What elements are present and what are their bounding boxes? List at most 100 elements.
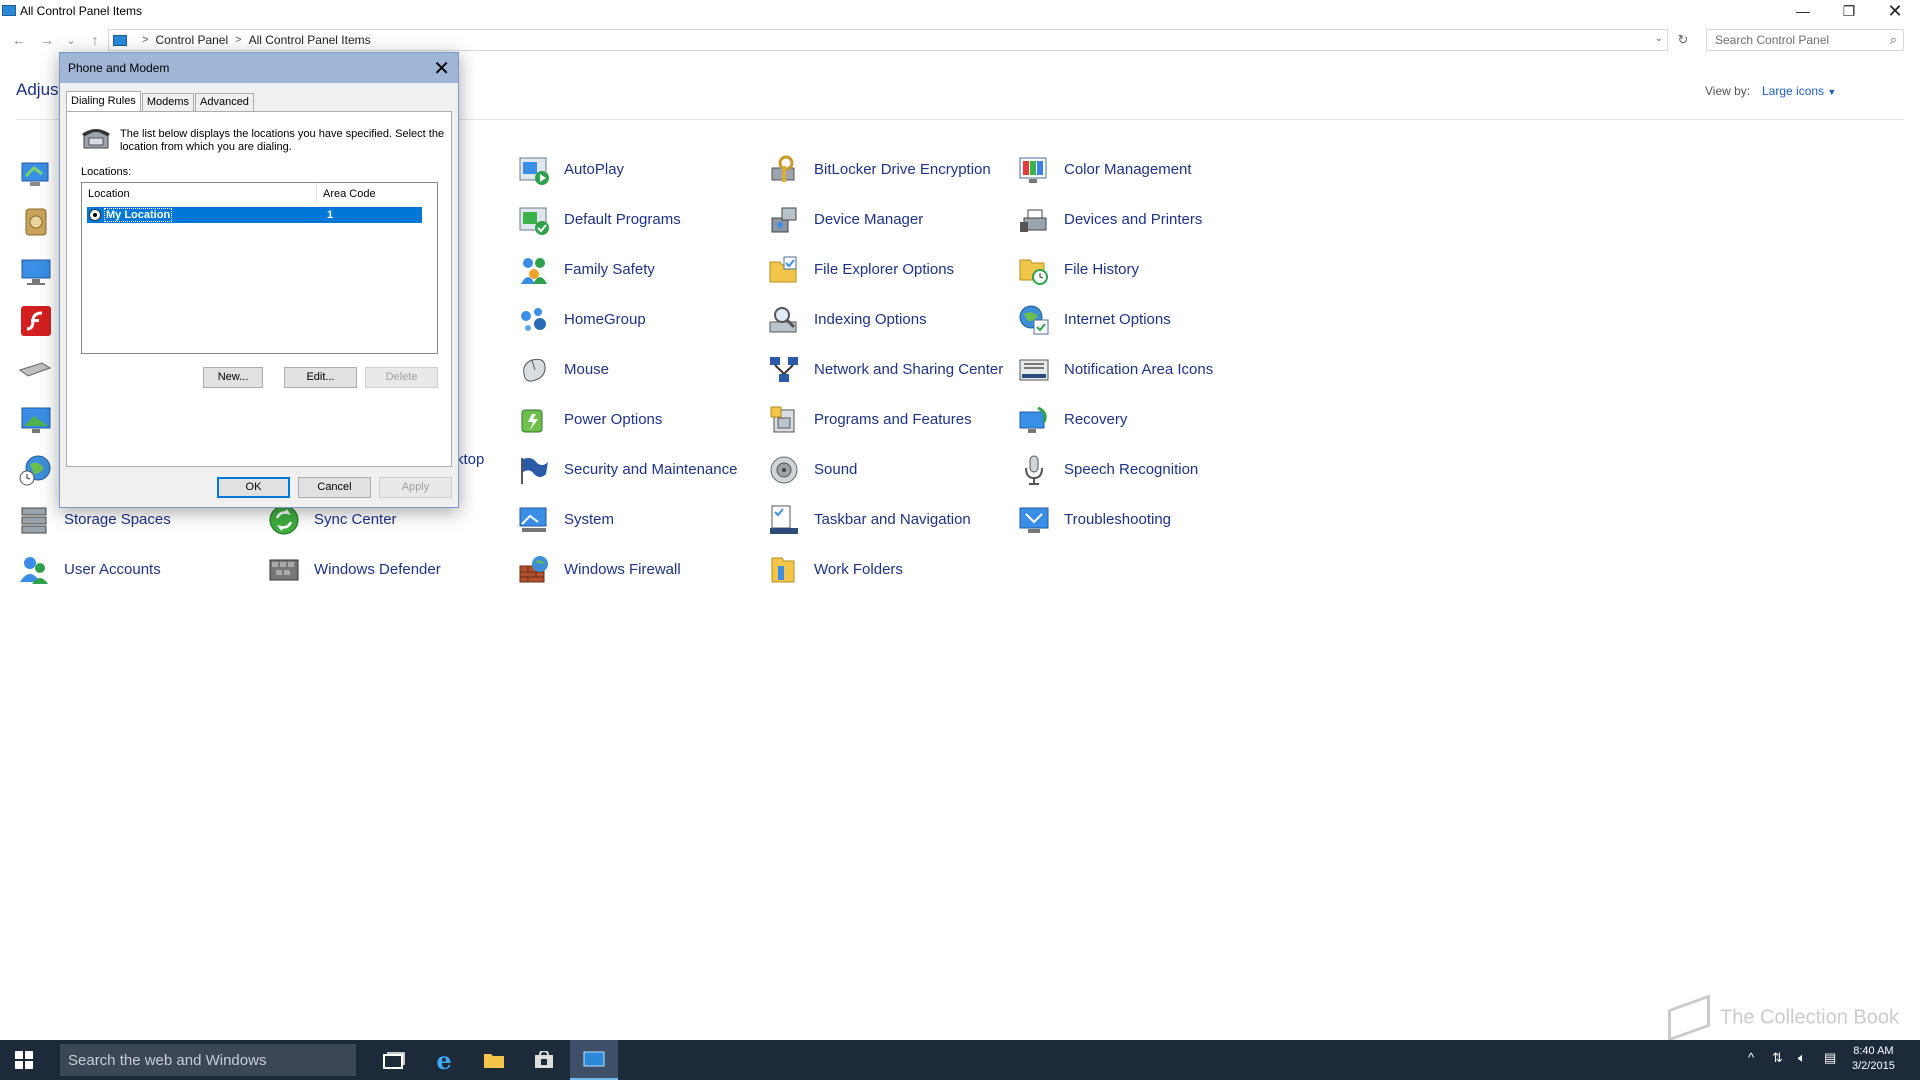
item-speech-recognition[interactable]: Speech Recognition [1018, 448, 1258, 492]
item-devices-printers[interactable]: Devices and Printers [1018, 198, 1258, 242]
cancel-button[interactable]: Cancel [298, 477, 371, 498]
item-taskbar-navigation[interactable]: Taskbar and Navigation [768, 498, 1008, 542]
edge-browser-button[interactable]: e [420, 1040, 468, 1080]
keyboard-icon[interactable] [18, 360, 52, 380]
file-explorer-button[interactable] [470, 1040, 518, 1080]
item-power-options[interactable]: Power Options [518, 398, 758, 442]
volume-icon[interactable]: 🔈︎ [1798, 1050, 1806, 1066]
recent-locations-button[interactable]: ⌄ [60, 30, 82, 50]
chevron-up-icon[interactable]: ^ [1748, 1050, 1754, 1065]
item-file-explorer-options[interactable]: File Explorer Options [768, 248, 1008, 292]
item-network-sharing[interactable]: Network and Sharing Center [768, 348, 1008, 392]
search-placeholder: Search Control Panel [1715, 33, 1830, 47]
autoplay-icon [519, 157, 549, 185]
item-homegroup[interactable]: HomeGroup [518, 298, 758, 342]
item-label: Internet Options [1064, 311, 1171, 328]
address-bar[interactable]: > Control Panel > All Control Panel Item… [108, 29, 1668, 51]
item-system[interactable]: System [518, 498, 758, 542]
item-user-accounts[interactable]: User Accounts [18, 548, 258, 592]
book-logo-icon [1668, 994, 1710, 1042]
tab-dialing-rules[interactable]: Dialing Rules [66, 91, 141, 111]
item-mouse[interactable]: Mouse [518, 348, 758, 392]
up-button[interactable]: ↑ [84, 30, 106, 50]
indexing-icon [769, 307, 797, 333]
control-panel-taskbar-button[interactable] [570, 1040, 618, 1080]
action-center-icon[interactable] [20, 160, 52, 190]
column-header-location[interactable]: Location [82, 183, 317, 203]
item-bitlocker[interactable]: BitLocker Drive Encryption [768, 148, 1018, 192]
location-row[interactable]: My Location 1 [87, 207, 422, 223]
item-indexing-options[interactable]: Indexing Options [768, 298, 1008, 342]
tab-modems[interactable]: Modems [141, 93, 194, 111]
network-icon [770, 357, 798, 382]
maximize-button[interactable]: ❐ [1826, 0, 1872, 22]
apply-button[interactable]: Apply [379, 477, 452, 498]
sync-center-icon [269, 505, 299, 535]
item-windows-defender[interactable]: Windows Defender [268, 548, 508, 592]
item-family-safety[interactable]: Family Safety [518, 248, 758, 292]
back-button[interactable]: ← [8, 30, 30, 50]
taskbar-search-input[interactable]: Search the web and Windows [60, 1044, 356, 1076]
homegroup-icon [521, 308, 546, 331]
item-troubleshooting[interactable]: Troubleshooting [1018, 498, 1258, 542]
item-sound[interactable]: Sound [768, 448, 1008, 492]
item-recovery[interactable]: Recovery [1018, 398, 1258, 442]
close-button[interactable]: ✕ [1872, 0, 1918, 22]
start-button[interactable] [0, 1040, 48, 1080]
watermark-text: The Collection Book [1720, 1006, 1899, 1029]
locations-list[interactable]: Location Area Code My Location 1 [81, 182, 438, 354]
system-clock[interactable]: 8:40 AM 3/2/2015 [1852, 1044, 1895, 1074]
item-windows-firewall[interactable]: Windows Firewall [518, 548, 758, 592]
network-tray-icon[interactable]: ⇅ [1772, 1050, 1783, 1066]
store-button[interactable] [520, 1040, 568, 1080]
item-security-maintenance[interactable]: Security and Maintenance [518, 448, 768, 492]
display-icon[interactable] [20, 256, 52, 288]
column-header-area-code[interactable]: Area Code [317, 183, 437, 203]
clock-date: 3/2/2015 [1852, 1060, 1895, 1072]
item-color-management[interactable]: Color Management [1018, 148, 1258, 192]
forward-button[interactable]: → [36, 30, 58, 50]
radio-selected-icon[interactable] [89, 209, 101, 221]
chevron-down-icon[interactable]: ⌄ [1655, 33, 1663, 44]
ok-button[interactable]: OK [217, 477, 290, 498]
internet-explorer-icon: e [436, 1045, 452, 1075]
item-file-history[interactable]: File History [1018, 248, 1258, 292]
item-autoplay[interactable]: AutoPlay [518, 148, 758, 192]
file-history-icon [1019, 259, 1048, 285]
programs-icon [770, 406, 795, 433]
location-area-code: 1 [327, 209, 334, 221]
search-input[interactable]: Search Control Panel ⌕ [1706, 29, 1904, 51]
view-by-dropdown[interactable]: Large icons ▼ [1762, 84, 1836, 98]
personalization-icon[interactable] [20, 404, 52, 436]
search-icon[interactable]: ⌕ [1890, 32, 1897, 48]
tab-advanced[interactable]: Advanced [195, 93, 254, 111]
control-panel-icon [583, 1051, 605, 1067]
item-internet-options[interactable]: Internet Options [1018, 298, 1258, 342]
item-work-folders[interactable]: Work Folders [768, 548, 1008, 592]
edit-button[interactable]: Edit... [284, 367, 357, 388]
item-programs-features[interactable]: Programs and Features [768, 398, 1008, 442]
partial-item-label[interactable]: ktop [456, 451, 484, 468]
minimize-button[interactable]: — [1780, 0, 1826, 22]
item-device-manager[interactable]: Device Manager [768, 198, 1008, 242]
item-notification-area-icons[interactable]: Notification Area Icons [1018, 348, 1258, 392]
breadcrumb-separator-icon: > [142, 34, 149, 46]
close-icon[interactable]: ✕ [433, 56, 450, 81]
breadcrumb-all-items[interactable]: All Control Panel Items [249, 33, 371, 47]
windows-logo-icon [15, 1051, 33, 1069]
dialog-titlebar[interactable]: Phone and Modem ✕ [60, 53, 458, 83]
watermark: The Collection Book [1668, 994, 1899, 1042]
delete-button[interactable]: Delete [365, 367, 438, 388]
storage-spaces-icon [21, 507, 47, 534]
refresh-icon[interactable]: ↻ [1672, 30, 1694, 50]
administrative-tools-icon[interactable] [20, 206, 52, 238]
flash-player-icon[interactable] [20, 305, 52, 337]
new-button[interactable]: New... [203, 367, 263, 388]
breadcrumb-control-panel[interactable]: Control Panel [155, 33, 228, 47]
action-center-icon[interactable]: ▤ [1824, 1050, 1836, 1066]
region-icon[interactable] [18, 454, 52, 488]
item-label: Sync Center [314, 511, 397, 528]
task-view-button[interactable] [370, 1040, 418, 1080]
microphone-icon [1025, 455, 1043, 485]
item-default-programs[interactable]: Default Programs [518, 198, 758, 242]
